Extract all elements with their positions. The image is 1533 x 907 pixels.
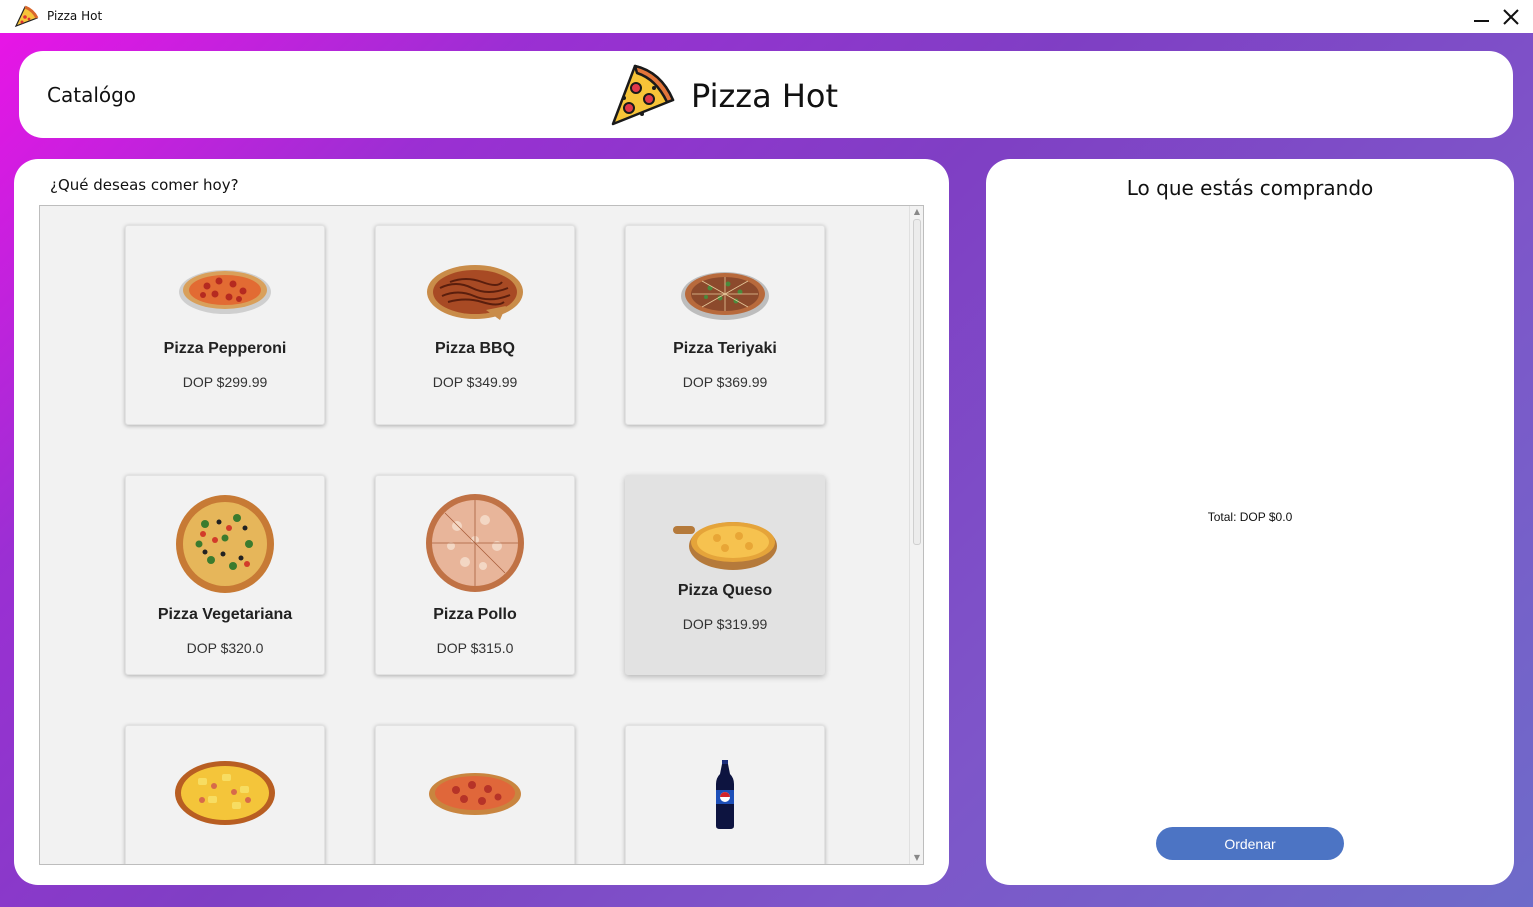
product-grid: Pizza Pepperoni DOP $299.99 Pizza BBQ DO…: [39, 205, 924, 865]
chicken-pizza-image: [426, 494, 524, 592]
product-card-atun[interactable]: [375, 725, 575, 864]
teriyaki-pizza-image: [681, 272, 769, 320]
pepperoni-pizza-image: [179, 270, 271, 314]
brand-title: Pizza Hot: [691, 77, 839, 115]
scroll-up-icon[interactable]: ▲: [912, 207, 922, 217]
vegetarian-pizza-image: [176, 495, 274, 593]
pizza-slice-icon: [14, 5, 39, 28]
vertical-scrollbar[interactable]: ▲ ▼: [909, 206, 923, 864]
product-card-hawaiana[interactable]: [125, 725, 325, 864]
product-name: Pizza Pepperoni: [163, 340, 287, 357]
product-name: Pizza Queso: [677, 582, 773, 599]
product-price: DOP $349.99: [432, 374, 518, 390]
product-name: Pizza Pollo: [433, 606, 517, 623]
pepsi-bottle-image: [716, 760, 734, 829]
product-card-bbq[interactable]: Pizza BBQ DOP $349.99: [375, 225, 575, 425]
minimize-icon: [1474, 20, 1489, 22]
product-name: Pizza BBQ: [434, 340, 515, 357]
close-icon: [1503, 9, 1519, 25]
product-price: DOP $319.99: [682, 616, 768, 632]
cheese-pizza-image: [673, 522, 777, 570]
product-name: Pizza Teriyaki: [673, 340, 777, 357]
minimize-button[interactable]: [1468, 4, 1494, 30]
window-title: Pizza Hot: [47, 9, 103, 23]
header-bar: Catalógo Pizza Hot: [19, 51, 1513, 138]
product-card-teriyaki[interactable]: Pizza Teriyaki DOP $369.99: [625, 225, 825, 425]
app-background: Catalógo Pizza Hot ¿Qué deseas comer hoy…: [0, 33, 1533, 907]
product-card-pepsi[interactable]: [625, 725, 825, 864]
hawaiian-pizza-image: [175, 761, 275, 825]
catalog-prompt: ¿Qué deseas comer hoy?: [50, 176, 239, 194]
product-card-pepperoni[interactable]: Pizza Pepperoni DOP $299.99: [125, 225, 325, 425]
pizza-logo-icon: [611, 64, 675, 126]
close-button[interactable]: [1498, 4, 1524, 30]
bbq-pizza-image: [427, 265, 523, 320]
catalog-nav-link[interactable]: Catalógo: [47, 83, 136, 107]
product-card-queso[interactable]: Pizza Queso DOP $319.99: [625, 475, 825, 675]
scroll-thumb[interactable]: [913, 219, 921, 545]
order-button[interactable]: Ordenar: [1156, 827, 1344, 860]
product-price: DOP $315.0: [436, 640, 514, 656]
product-card-vegetariana[interactable]: Pizza Vegetariana DOP $320.0: [125, 475, 325, 675]
scroll-down-icon[interactable]: ▼: [912, 853, 922, 863]
cart-total: Total: DOP $0.0: [1207, 510, 1293, 524]
product-price: DOP $299.99: [182, 374, 268, 390]
cart-title: Lo que estás comprando: [1126, 176, 1374, 200]
tuna-pizza-image: [429, 773, 521, 815]
product-price: DOP $369.99: [682, 374, 768, 390]
cart-panel: Lo que estás comprando Total: DOP $0.0 O…: [986, 159, 1514, 885]
window-titlebar: Pizza Hot: [0, 0, 1533, 33]
product-name: Pizza Vegetariana: [157, 606, 293, 623]
catalog-panel: ¿Qué deseas comer hoy? Pizza Pepperoni D…: [14, 159, 949, 885]
product-card-pollo[interactable]: Pizza Pollo DOP $315.0: [375, 475, 575, 675]
product-price: DOP $320.0: [186, 640, 264, 656]
